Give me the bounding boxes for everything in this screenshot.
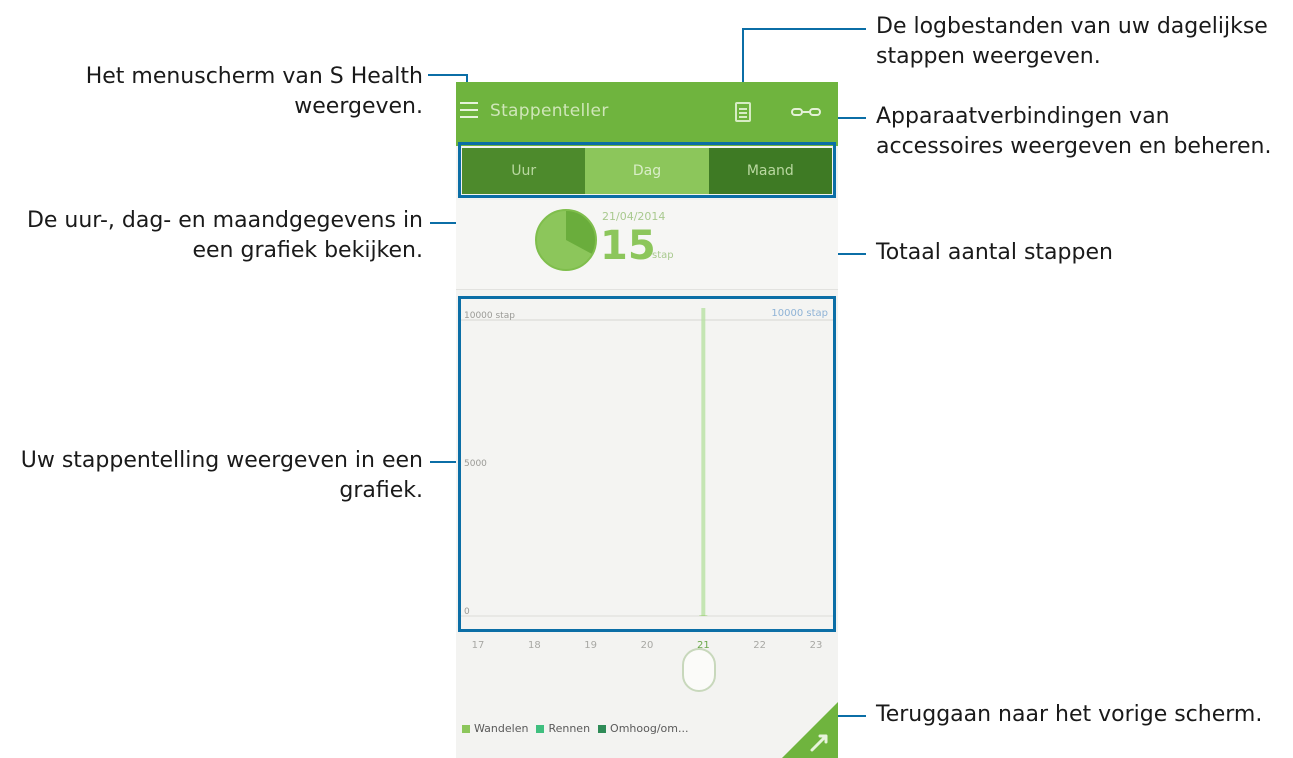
- callout-logs-text: De logbestanden van uw dagelijkse stappe…: [876, 14, 1268, 69]
- leader-logs-h: [742, 28, 866, 30]
- app-title: Stappenteller: [490, 101, 609, 121]
- legend-walking-swatch: [462, 724, 470, 733]
- legend-updown: Omhoog/om...: [598, 722, 688, 735]
- callout-total: Totaal aantal stappen: [876, 238, 1276, 268]
- legend-running: Rennen: [536, 722, 590, 735]
- x-tick-label: 19: [584, 640, 597, 651]
- menu-icon[interactable]: [460, 102, 478, 120]
- x-tick-label: 20: [641, 640, 654, 651]
- legend-running-label: Rennen: [548, 722, 591, 735]
- x-tick-label: 18: [528, 640, 541, 651]
- callout-logs: De logbestanden van uw dagelijkse stappe…: [876, 12, 1276, 72]
- daily-summary: 21/04/2014 15 stap: [456, 200, 838, 290]
- callout-graph: Uw stappentelling weergeven in een grafi…: [3, 446, 423, 506]
- day-selector-handle[interactable]: [682, 648, 716, 692]
- callout-accessories-text: Apparaatverbindingen van accessoires wee…: [876, 104, 1272, 159]
- highlight-tabs: [458, 142, 836, 198]
- callout-menu-text: Het menuscherm van S Health weergeven.: [85, 64, 423, 119]
- callout-tabs-text: De uur-, dag- en maandgegevens in een gr…: [26, 208, 423, 263]
- callout-menu: Het menuscherm van S Health weergeven.: [43, 62, 423, 122]
- legend-updown-label: Omhoog/om...: [610, 722, 689, 735]
- legend-walking: Wandelen: [462, 722, 528, 735]
- accessory-icon[interactable]: [791, 107, 821, 117]
- legend-running-swatch: [536, 724, 545, 733]
- x-tick-label: 23: [810, 640, 823, 651]
- callout-back: Teruggaan naar het vorige scherm.: [876, 700, 1286, 730]
- highlight-chart: [458, 296, 836, 632]
- x-axis: 17 18 19 20 21 22 23: [472, 640, 823, 651]
- legend-walking-label: Wandelen: [474, 722, 529, 735]
- callout-accessories: Apparaatverbindingen van accessoires wee…: [876, 102, 1286, 162]
- log-icon[interactable]: [735, 102, 751, 122]
- callout-total-text: Totaal aantal stappen: [876, 240, 1113, 265]
- back-button[interactable]: [782, 702, 838, 758]
- x-tick-label: 17: [472, 640, 485, 651]
- leader-menu-h: [428, 74, 468, 76]
- legend-updown-swatch: [598, 724, 607, 733]
- progress-ring: [535, 209, 597, 271]
- step-count: 15: [600, 223, 656, 269]
- leader-back-h: [836, 715, 866, 717]
- step-unit: stap: [652, 250, 674, 261]
- callout-back-text: Teruggaan naar het vorige scherm.: [876, 702, 1263, 727]
- callout-graph-text: Uw stappentelling weergeven in een grafi…: [20, 448, 423, 503]
- legend: Wandelen Rennen Omhoog/om...: [462, 722, 688, 735]
- app-bar: Stappenteller: [456, 82, 838, 146]
- callout-tabs: De uur-, dag- en maandgegevens in een gr…: [3, 206, 423, 266]
- x-tick-label: 22: [753, 640, 766, 651]
